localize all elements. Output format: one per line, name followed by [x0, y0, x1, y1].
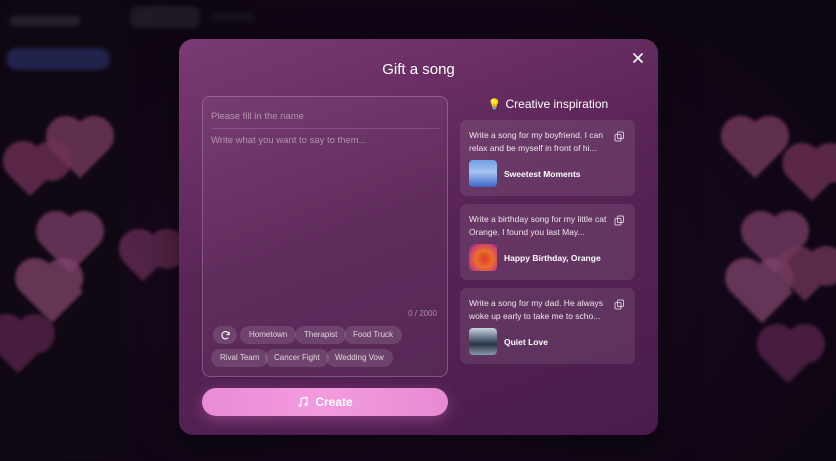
- inspiration-title: 💡 Creative inspiration: [459, 97, 637, 111]
- refresh-icon: [220, 330, 230, 339]
- gift-form: 0 / 2000 Hometown Therapist Food Truck R…: [202, 96, 448, 377]
- copy-icon[interactable]: [614, 215, 625, 226]
- refresh-button[interactable]: [213, 326, 237, 344]
- music-note-icon: [298, 396, 308, 407]
- chip-rival-team[interactable]: Rival Team: [211, 349, 269, 367]
- message-textarea[interactable]: [211, 135, 439, 305]
- inspiration-prompt: Write a birthday song for my little cat …: [469, 214, 607, 237]
- modal-title: Gift a song: [382, 61, 455, 78]
- lightbulb-icon: 💡: [487, 98, 502, 111]
- chip-food-truck[interactable]: Food Truck: [344, 326, 403, 344]
- create-button-label: Create: [315, 395, 353, 409]
- character-counter: 0 / 2000: [408, 309, 437, 318]
- inspiration-title-text: Creative inspiration: [505, 97, 609, 111]
- gift-song-modal: Gift a song 0 / 2000 Hometown Therapist …: [179, 39, 658, 435]
- chip-hometown[interactable]: Hometown: [240, 326, 297, 344]
- chip-therapist[interactable]: Therapist: [295, 326, 347, 344]
- inspiration-card[interactable]: Write a birthday song for my little cat …: [460, 204, 635, 280]
- inspiration-prompt: Write a song for my boyfriend. I can rel…: [469, 130, 604, 153]
- copy-icon[interactable]: [614, 299, 625, 310]
- inspiration-prompt: Write a song for my dad. He always woke …: [469, 298, 604, 321]
- song-title: Happy Birthday, Orange: [504, 253, 601, 263]
- name-input[interactable]: [211, 105, 439, 127]
- close-icon[interactable]: [630, 50, 646, 66]
- inspiration-card[interactable]: Write a song for my dad. He always woke …: [460, 288, 635, 364]
- song-cover-image: [469, 244, 497, 271]
- song-cover-image: [469, 160, 497, 187]
- chip-wedding-vow[interactable]: Wedding Vow: [326, 349, 393, 367]
- song-cover-image: [469, 328, 497, 355]
- song-title: Quiet Love: [504, 337, 548, 347]
- song-title: Sweetest Moments: [504, 169, 581, 179]
- inspiration-card[interactable]: Write a song for my boyfriend. I can rel…: [460, 120, 635, 196]
- copy-icon[interactable]: [614, 131, 625, 142]
- create-button[interactable]: Create: [202, 388, 448, 416]
- chip-cancer-fight[interactable]: Cancer Fight: [265, 349, 329, 367]
- form-divider: [211, 128, 439, 129]
